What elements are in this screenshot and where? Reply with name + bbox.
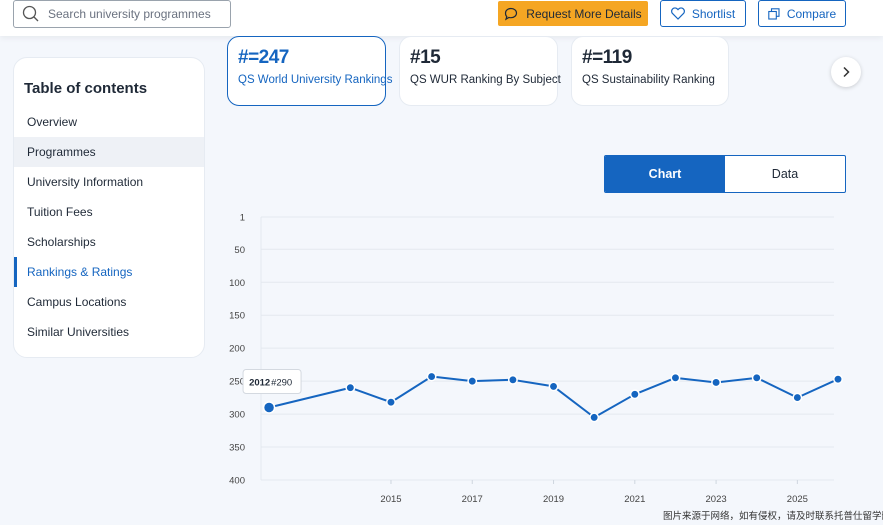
data-point: [670, 372, 681, 383]
request-more-details-label: Request More Details: [526, 6, 642, 21]
search-icon: [22, 5, 39, 22]
toc-title: Table of contents: [24, 80, 148, 97]
data-point: [833, 374, 843, 385]
compare-icon: [768, 7, 780, 20]
chevron-right-icon: [843, 66, 850, 78]
ranking-value: #=247: [238, 47, 289, 68]
data-point: [629, 389, 640, 400]
x-tick-label: 2015: [380, 494, 401, 505]
y-tick-label: 400: [229, 476, 245, 487]
data-point: [467, 376, 478, 387]
chat-bubble-icon: [505, 7, 518, 21]
data-point: [345, 382, 356, 393]
chart-tooltip: 2012 #290: [242, 368, 302, 394]
x-tick-label: 2019: [543, 494, 564, 505]
shortlist-label: Shortlist: [691, 6, 736, 21]
tooltip-year: 2012: [249, 377, 270, 388]
ranking-label: QS Sustainability Ranking: [582, 74, 715, 86]
toc-item-university-information[interactable]: University Information: [14, 167, 204, 197]
search-input[interactable]: [48, 7, 228, 21]
ranking-card-qs-world[interactable]: #=247 QS World University Rankings: [227, 36, 392, 106]
tooltip-rank: #290: [271, 377, 292, 388]
y-tick-label: 150: [229, 311, 245, 322]
ranking-value: #15: [410, 47, 441, 68]
ranking-card-qs-sustainability[interactable]: #=119 QS Sustainability Ranking: [571, 36, 729, 106]
data-point: [262, 401, 276, 414]
data-point: [711, 377, 722, 388]
request-more-details-button[interactable]: Request More Details: [498, 1, 648, 26]
shortlist-button[interactable]: Shortlist: [660, 0, 746, 27]
watermark: 图片来源于网络，如有侵权，请及时联系托普仕留学删除: [663, 511, 883, 522]
toc-item-similar-universities[interactable]: Similar Universities: [14, 317, 204, 347]
y-tick-label: 50: [234, 245, 245, 256]
data-point: [792, 392, 803, 403]
data-point: [548, 381, 559, 392]
data-point: [507, 374, 518, 385]
toc-item-tuition-fees[interactable]: Tuition Fees: [14, 197, 204, 227]
toc-item-rankings-ratings[interactable]: Rankings & Ratings: [14, 257, 204, 287]
chart-tab[interactable]: Chart: [605, 156, 725, 192]
carousel-next-button[interactable]: [831, 57, 861, 87]
toc-item-overview[interactable]: Overview: [14, 107, 204, 137]
y-tick-label: 300: [229, 410, 245, 421]
data-point: [589, 412, 600, 423]
data-tab[interactable]: Data: [725, 156, 845, 192]
search-box[interactable]: [13, 0, 231, 28]
y-tick-label: 350: [229, 443, 245, 454]
table-of-contents: Table of contents Overview Programmes Un…: [13, 57, 205, 358]
data-point: [751, 372, 762, 383]
ranking-label: QS WUR Ranking By Subject: [410, 74, 561, 86]
top-bar: Request More Details Shortlist Compare: [0, 0, 883, 36]
data-point: [426, 371, 437, 382]
y-tick-label: 1: [240, 213, 245, 224]
x-tick-label: 2021: [624, 494, 645, 505]
ranking-label: QS World University Rankings: [238, 74, 393, 86]
compare-button[interactable]: Compare: [758, 0, 846, 27]
toc-item-scholarships[interactable]: Scholarships: [14, 227, 204, 257]
toc-list: Overview Programmes University Informati…: [14, 107, 204, 347]
y-tick-label: 200: [229, 344, 245, 355]
ranking-card-qs-subject[interactable]: #15 QS WUR Ranking By Subject: [399, 36, 561, 106]
chart-data-toggle: Chart Data: [604, 155, 846, 193]
compare-label: Compare: [786, 6, 837, 21]
x-tick-label: 2017: [462, 494, 483, 505]
toc-item-campus-locations[interactable]: Campus Locations: [14, 287, 204, 317]
x-tick-label: 2023: [706, 494, 727, 505]
heart-icon: [670, 7, 685, 20]
ranking-value: #=119: [582, 47, 632, 68]
x-tick-label: 2025: [787, 494, 808, 505]
y-tick-label: 100: [229, 278, 245, 289]
data-point: [386, 397, 396, 408]
toc-item-programmes[interactable]: Programmes: [14, 137, 204, 167]
